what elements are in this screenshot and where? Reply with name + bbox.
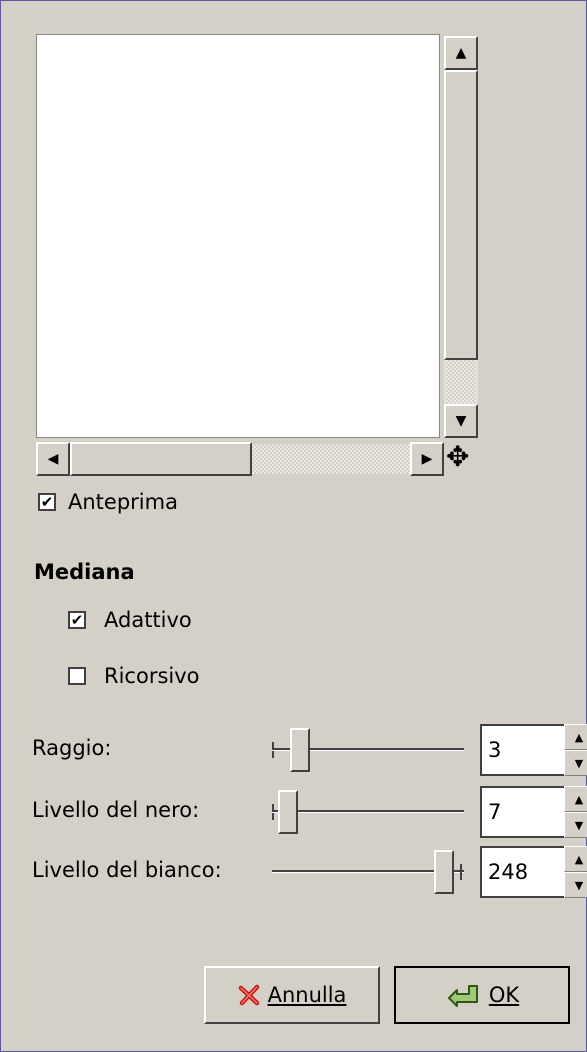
recursive-checkbox[interactable]: [68, 667, 86, 685]
radius-slider-handle[interactable]: [290, 728, 310, 772]
radius-decrement-button[interactable]: ▼: [564, 750, 587, 776]
section-title: Mediana: [34, 560, 135, 584]
check-icon: ✔: [40, 493, 54, 511]
preview-label: Anteprima: [68, 490, 178, 514]
navigate-icon[interactable]: ✥: [446, 440, 469, 474]
white-level-slider-handle[interactable]: [434, 850, 454, 894]
scroll-left-button[interactable]: ◀: [36, 442, 70, 476]
ok-button[interactable]: OK: [394, 966, 570, 1024]
radius-input[interactable]: 3: [480, 724, 564, 776]
arrow-up-icon: ▲: [574, 792, 584, 806]
slider-tick: [460, 864, 462, 880]
black-level-label: Livello del nero:: [32, 798, 200, 822]
black-level-spinbox[interactable]: 7 ▲ ▼: [480, 786, 587, 838]
radius-increment-button[interactable]: ▲: [564, 724, 587, 750]
white-level-spinbox[interactable]: 248 ▲ ▼: [480, 846, 587, 898]
arrow-left-icon: ◀: [47, 451, 59, 467]
scroll-up-button[interactable]: ▲: [444, 36, 478, 70]
black-level-input[interactable]: 7: [480, 786, 564, 838]
recursive-label: Ricorsivo: [104, 664, 200, 688]
ok-icon: [447, 985, 478, 1007]
black-level-slider-handle[interactable]: [278, 790, 298, 834]
horizontal-scrollbar-trough[interactable]: [252, 444, 410, 474]
black-level-decrement-button[interactable]: ▼: [564, 812, 587, 838]
arrow-down-icon: ▼: [574, 818, 584, 832]
white-level-increment-button[interactable]: ▲: [564, 846, 587, 872]
option-recursive[interactable]: Ricorsivo: [68, 664, 200, 688]
black-level-increment-button[interactable]: ▲: [564, 786, 587, 812]
adaptive-checkbox[interactable]: ✔: [68, 611, 86, 629]
black-level-value: 7: [488, 800, 502, 824]
white-level-label: Livello del bianco:: [32, 858, 222, 882]
arrow-right-icon: ▶: [421, 451, 433, 467]
arrow-down-icon: ▼: [574, 878, 584, 892]
arrow-down-icon: ▼: [574, 756, 584, 770]
horizontal-scrollbar-thumb[interactable]: [70, 442, 252, 476]
arrow-down-icon: ▼: [455, 413, 467, 429]
preview-toggle[interactable]: ✔ Anteprima: [38, 490, 178, 514]
black-level-slider-track[interactable]: [272, 810, 464, 813]
preview-checkbox[interactable]: ✔: [38, 493, 56, 511]
adaptive-label: Adattivo: [104, 608, 192, 632]
arrow-up-icon: ▲: [455, 45, 467, 61]
cancel-label: Annulla: [267, 983, 347, 1007]
white-level-input[interactable]: 248: [480, 846, 564, 898]
vertical-scrollbar-thumb[interactable]: [444, 70, 478, 360]
option-adaptive[interactable]: ✔ Adattivo: [68, 608, 192, 632]
arrow-up-icon: ▲: [574, 730, 584, 744]
radius-label: Raggio:: [32, 736, 112, 760]
ok-label: OK: [488, 983, 520, 1007]
scroll-down-button[interactable]: ▼: [444, 404, 478, 438]
radius-spinbox[interactable]: 3 ▲ ▼: [480, 724, 587, 776]
cancel-button[interactable]: Annulla: [204, 966, 380, 1024]
scroll-right-button[interactable]: ▶: [410, 442, 444, 476]
white-level-value: 248: [488, 860, 529, 884]
preview-canvas[interactable]: [36, 34, 440, 438]
radius-value: 3: [488, 738, 502, 762]
white-level-decrement-button[interactable]: ▼: [564, 872, 587, 898]
arrow-up-icon: ▲: [574, 852, 584, 866]
check-icon: ✔: [70, 611, 84, 629]
cancel-icon: [238, 984, 259, 1006]
